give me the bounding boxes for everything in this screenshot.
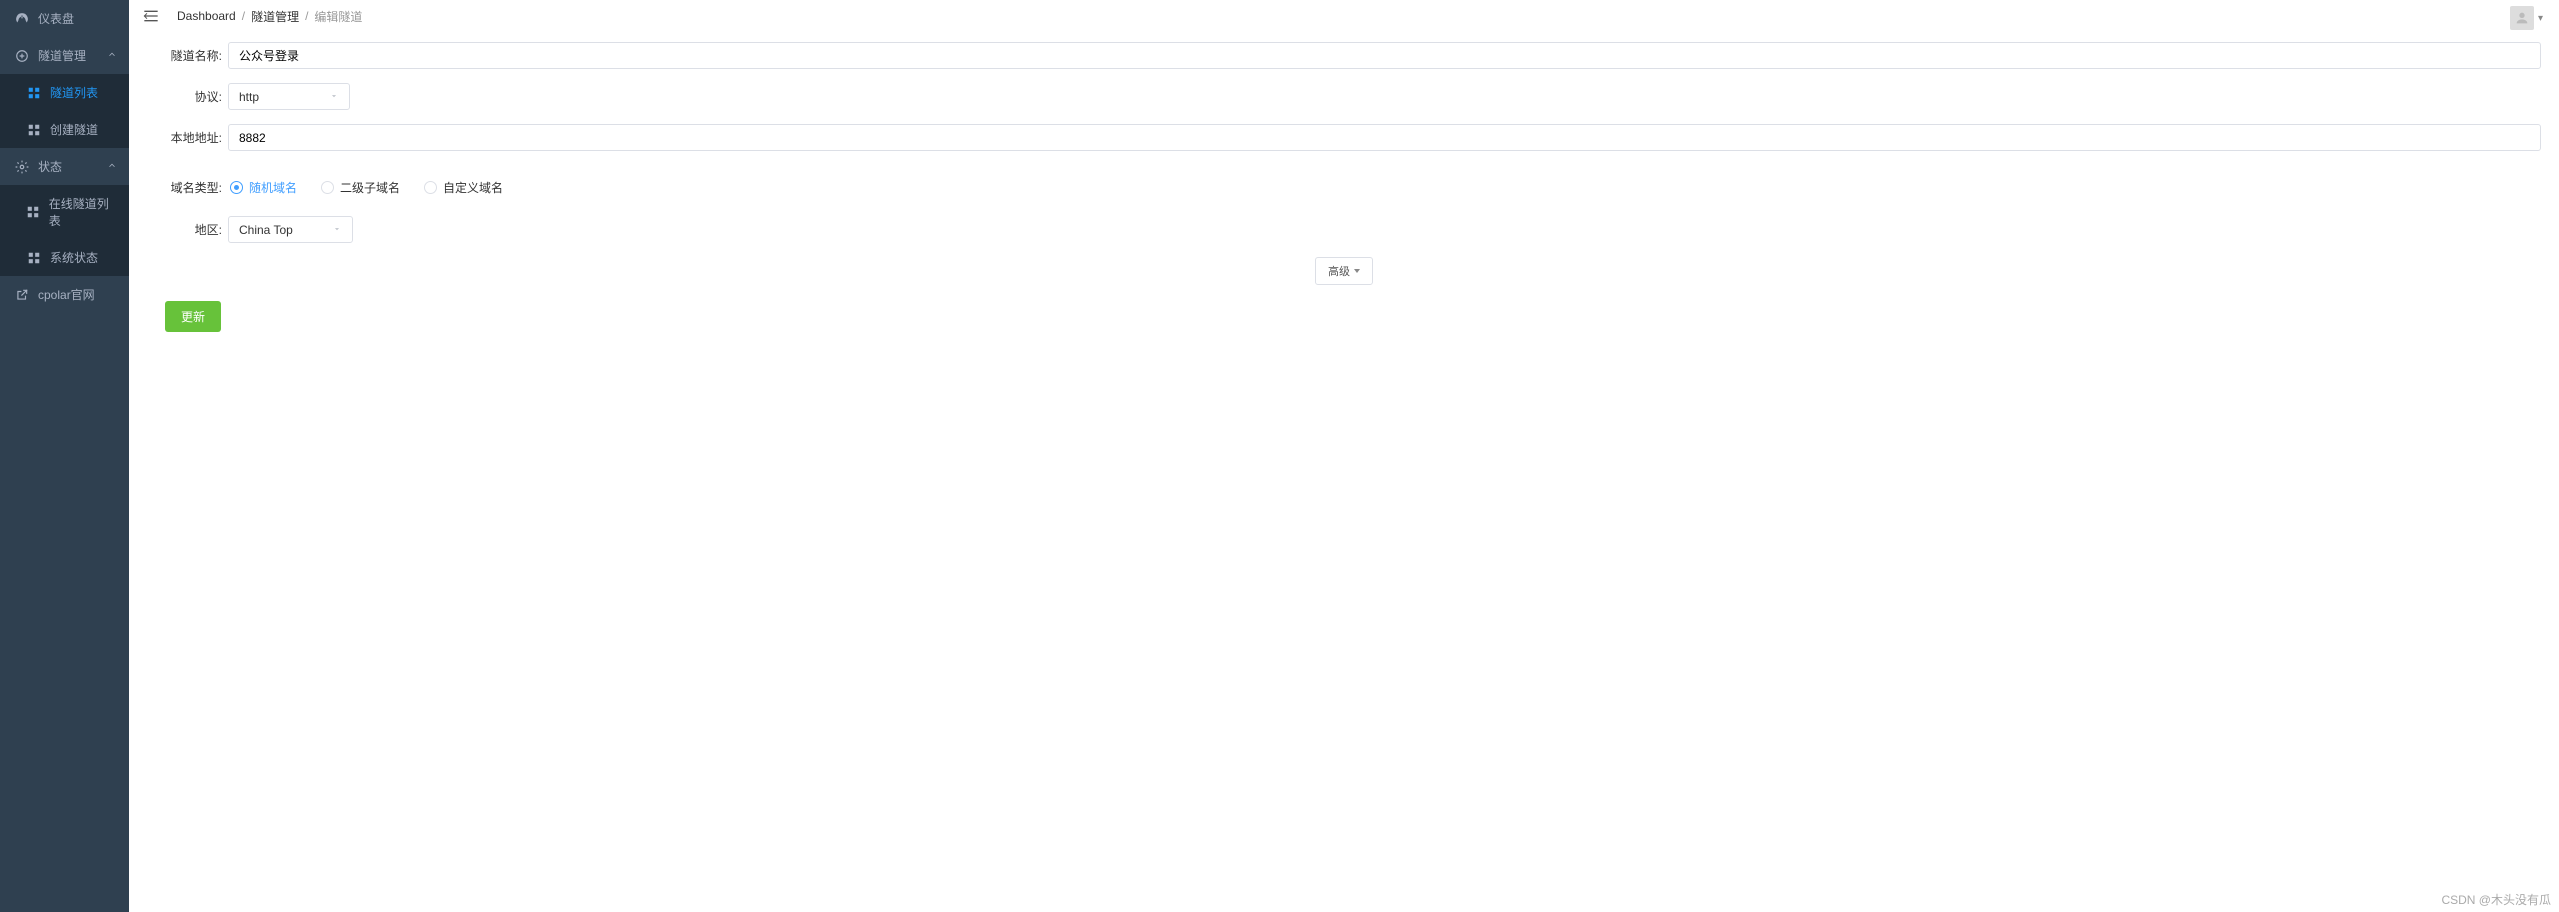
protocol-select[interactable]: http (228, 83, 350, 110)
breadcrumb-current: 编辑隧道 (314, 8, 362, 25)
breadcrumb-item[interactable]: Dashboard (177, 9, 236, 23)
sidebar-item-online-tunnels[interactable]: 在线隧道列表 (0, 185, 129, 239)
radio-label: 二级子域名 (340, 179, 400, 196)
region-value: China Top (239, 223, 293, 237)
radio-subdomain[interactable]: 二级子域名 (321, 179, 400, 196)
sidebar-item-label: 隧道管理 (38, 47, 86, 64)
chevron-down-icon (332, 223, 342, 237)
header: Dashboard / 隧道管理 / 编辑隧道 ▾ (129, 0, 2559, 32)
radio-label: 随机域名 (249, 179, 297, 196)
breadcrumb-item[interactable]: 隧道管理 (251, 8, 299, 25)
breadcrumb: Dashboard / 隧道管理 / 编辑隧道 (177, 8, 362, 25)
tunnel-name-input[interactable] (228, 42, 2541, 69)
protocol-label: 协议: (147, 88, 222, 105)
menu-toggle-icon[interactable] (143, 9, 159, 23)
sidebar: 仪表盘 隧道管理 隧道列表 创建隧道 状态 在线隧道列表 系统状态 cpolar… (0, 0, 129, 912)
chevron-down-icon (329, 90, 339, 104)
update-button[interactable]: 更新 (165, 301, 221, 332)
sidebar-item-label: 隧道列表 (50, 84, 98, 101)
grid-icon (26, 85, 42, 101)
sidebar-item-tunnel-list[interactable]: 隧道列表 (0, 74, 129, 111)
breadcrumb-separator: / (305, 9, 308, 23)
caret-down-icon: ▾ (2538, 13, 2543, 24)
sidebar-item-label: 在线隧道列表 (49, 195, 115, 229)
sidebar-item-label: 仪表盘 (38, 10, 74, 27)
dashboard-icon (14, 11, 30, 27)
tunnel-name-label: 隧道名称: (147, 47, 222, 64)
sidebar-item-label: 创建隧道 (50, 121, 98, 138)
external-link-icon (14, 287, 30, 303)
breadcrumb-separator: / (242, 9, 245, 23)
avatar-icon (2510, 6, 2534, 30)
sidebar-item-status[interactable]: 状态 (0, 148, 129, 185)
plus-circle-icon (14, 48, 30, 64)
sidebar-item-system-status[interactable]: 系统状态 (0, 239, 129, 276)
form-edit-tunnel: 隧道名称: 协议: http 本地地址: 域名类型: 随机域名 二级子域名 自定… (129, 32, 2559, 912)
radio-dot-icon (424, 181, 437, 194)
chevron-down-icon (107, 49, 117, 62)
grid-icon (26, 122, 42, 138)
gear-icon (14, 159, 30, 175)
grid-icon (26, 250, 42, 266)
radio-label: 自定义域名 (443, 179, 503, 196)
sidebar-item-label: 状态 (38, 158, 62, 175)
local-addr-label: 本地地址: (147, 129, 222, 146)
region-select[interactable]: China Top (228, 216, 353, 243)
domain-type-radio-group: 随机域名 二级子域名 自定义域名 (228, 179, 503, 196)
sidebar-item-label: 系统状态 (50, 249, 98, 266)
sidebar-item-cpolar-site[interactable]: cpolar官网 (0, 276, 129, 313)
user-menu[interactable]: ▾ (2510, 6, 2543, 30)
sidebar-item-tunnel-manage[interactable]: 隧道管理 (0, 37, 129, 74)
sidebar-item-label: cpolar官网 (38, 286, 95, 303)
grid-icon (26, 204, 41, 220)
radio-custom-domain[interactable]: 自定义域名 (424, 179, 503, 196)
watermark: CSDN @木头没有瓜 (2441, 891, 2551, 908)
advanced-label: 高级 (1328, 263, 1350, 279)
chevron-down-icon (107, 160, 117, 173)
sidebar-item-dashboard[interactable]: 仪表盘 (0, 0, 129, 37)
radio-random-domain[interactable]: 随机域名 (230, 179, 297, 196)
domain-type-label: 域名类型: (147, 179, 222, 196)
advanced-toggle-button[interactable]: 高级 (1315, 257, 1373, 285)
region-label: 地区: (147, 221, 222, 238)
radio-dot-icon (321, 181, 334, 194)
sidebar-item-create-tunnel[interactable]: 创建隧道 (0, 111, 129, 148)
radio-dot-icon (230, 181, 243, 194)
protocol-value: http (239, 90, 259, 104)
local-addr-input[interactable] (228, 124, 2541, 151)
